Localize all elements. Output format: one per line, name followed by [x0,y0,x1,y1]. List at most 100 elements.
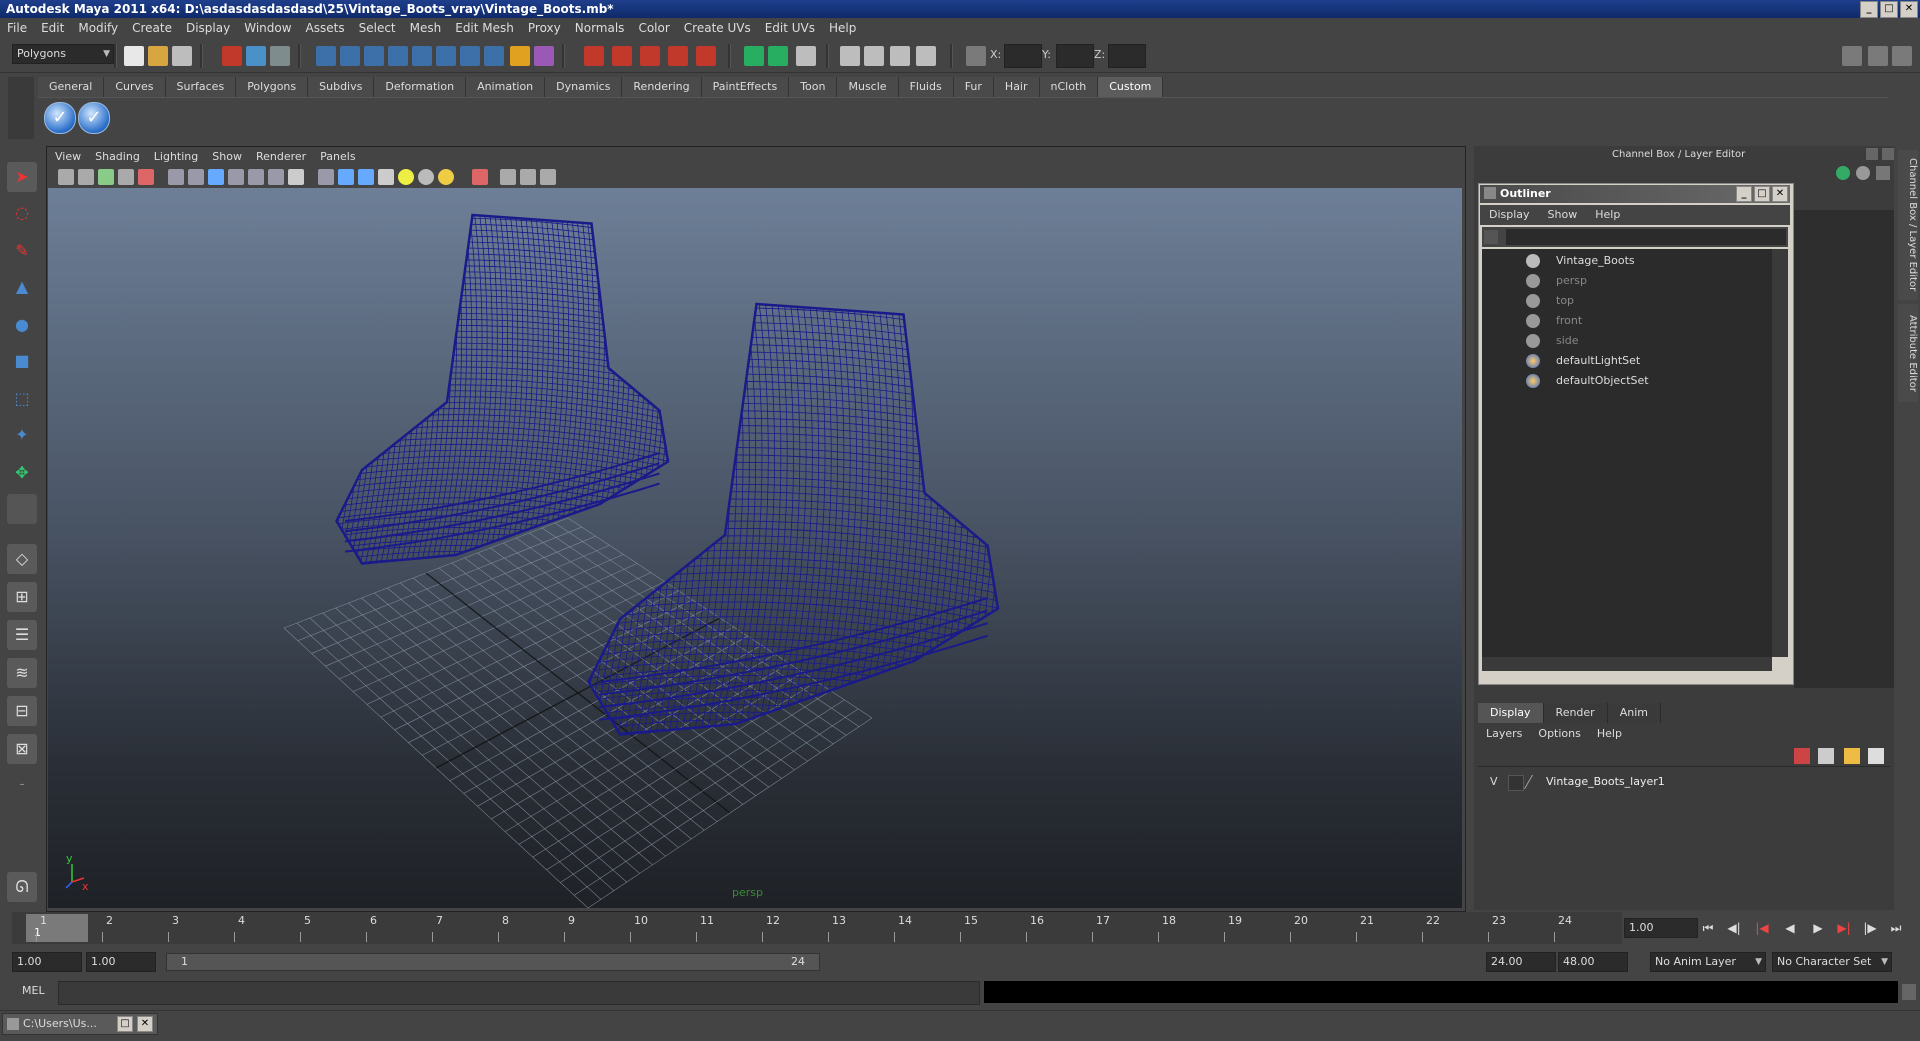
hypershade-icon[interactable] [696,46,716,66]
rel-mode-icon[interactable] [768,46,788,66]
viewport-menu-shading[interactable]: Shading [88,148,147,166]
3d-viewport[interactable]: y x [48,188,1462,908]
viewport-menu-renderer[interactable]: Renderer [249,148,313,166]
bookmark-icon[interactable] [98,169,114,185]
default-lights-icon[interactable] [398,169,414,185]
film-gate-icon[interactable] [168,169,184,185]
outliner-item-persp[interactable]: persp [1556,271,1587,291]
playback-start-field[interactable]: 1.00 [86,952,156,972]
layer-menu-layers[interactable]: Layers [1478,724,1530,744]
minimized-window[interactable]: C:\Users\Us... □ ✕ [2,1013,158,1035]
menu-display[interactable]: Display [179,21,237,35]
layer-visibility-toggle[interactable]: V [1490,772,1498,792]
open-scene-icon[interactable] [148,46,168,66]
menu-help[interactable]: Help [822,21,863,35]
all-lights-icon[interactable] [418,169,434,185]
layer-editor-icon[interactable] [890,46,910,66]
construction-icon[interactable] [460,46,480,66]
menu-create[interactable]: Create [125,21,179,35]
attribute-icon[interactable] [796,46,816,66]
isolate-select-icon[interactable] [472,169,488,185]
paint-select-tool-icon[interactable]: ✎ [7,236,37,266]
layer-color-swatch[interactable] [1523,775,1548,789]
select-tool-icon[interactable]: ➤ [7,162,37,192]
gate-mask-icon[interactable] [208,169,224,185]
shelf-tab-ncloth[interactable]: nCloth [1039,77,1099,97]
step-forward-key-icon[interactable]: ▶| [1834,918,1854,938]
layer-name[interactable]: Vintage_Boots_layer1 [1546,772,1665,792]
side-tab-channel-box[interactable]: Channel Box / Layer Editor [1898,150,1918,300]
new-layer-icon[interactable] [1794,748,1810,764]
grid-toggle-icon[interactable] [138,169,154,185]
menu-mesh[interactable]: Mesh [403,21,449,35]
x-field[interactable] [1004,44,1042,68]
outliner-minimize-button[interactable]: _ [1736,186,1752,202]
shelf-tab-painteffects[interactable]: PaintEffects [701,77,790,97]
shelf-tab-subdivs[interactable]: Subdivs [308,77,375,97]
menu-select[interactable]: Select [352,21,403,35]
shelf-tab-general[interactable]: General [38,77,105,97]
move-down-layer-icon[interactable] [1868,748,1884,764]
viewport-menu-lighting[interactable]: Lighting [147,148,205,166]
new-layer-selected-icon[interactable] [1818,748,1834,764]
new-scene-icon[interactable] [124,46,144,66]
hypershade-persp-icon[interactable]: ⊟ [7,696,37,726]
wireframe-icon[interactable] [318,169,334,185]
playback-end-field[interactable]: 24.00 [1486,952,1556,972]
menu-normals[interactable]: Normals [568,21,632,35]
select-hierarchy-icon[interactable] [222,46,242,66]
outliner-menu-help[interactable]: Help [1586,205,1629,225]
menu-proxy[interactable]: Proxy [521,21,568,35]
hud-icon[interactable] [288,169,304,185]
layer-menu-help[interactable]: Help [1589,724,1630,744]
shelf-tab-fur[interactable]: Fur [953,77,994,97]
menu-modify[interactable]: Modify [71,21,125,35]
outliner-menu-display[interactable]: Display [1480,205,1539,225]
lasso-tool-icon[interactable]: ◌ [7,198,37,228]
show-manip-icon[interactable]: ✥ [7,458,37,488]
universal-manip-icon[interactable]: ⬚ [7,384,37,414]
select-component-icon[interactable] [270,46,290,66]
smooth-shade-icon[interactable] [338,169,354,185]
close-icon[interactable] [1882,148,1894,160]
menu-set-dropdown[interactable]: Polygons ▼ [12,44,114,64]
select-object-icon[interactable] [246,46,266,66]
checkmark-icon[interactable]: ✓ [44,102,76,134]
layer-tab-render[interactable]: Render [1543,703,1608,723]
scale-tool-icon[interactable]: ■ [7,346,37,376]
play-forwards-icon[interactable]: ▶ [1808,918,1828,938]
layer-menu-options[interactable]: Options [1530,724,1588,744]
sel-mode-icon[interactable] [744,46,764,66]
render-frame-icon[interactable] [612,46,632,66]
save-scene-icon[interactable] [172,46,192,66]
menu-edit-mesh[interactable]: Edit Mesh [448,21,521,35]
outliner-search-input[interactable] [1506,229,1786,245]
shelf-menu-icon[interactable] [8,77,34,139]
step-back-icon[interactable]: ◀| [1724,918,1744,938]
menu-edit[interactable]: Edit [34,21,71,35]
last-tool-icon[interactable] [7,494,37,524]
menu-color[interactable]: Color [631,21,676,35]
persp-outliner-icon[interactable]: ⊠ [7,734,37,764]
shelf-tab-toon[interactable]: Toon [789,77,838,97]
channel-box-icon[interactable] [1836,166,1850,180]
snap-point-icon[interactable] [364,46,384,66]
snap-plane-icon[interactable] [388,46,408,66]
range-slider[interactable]: 1 24 [166,953,820,971]
restore-button[interactable]: □ [117,1016,133,1032]
persp-graph-icon[interactable]: ≋ [7,658,37,688]
resolution-gate-icon[interactable] [188,169,204,185]
shelf-tab-animation[interactable]: Animation [466,77,546,97]
menu-create-uvs[interactable]: Create UVs [677,21,758,35]
outliner-item-default-light-set[interactable]: defaultLightSet [1556,351,1640,371]
outliner-maximize-button[interactable]: □ [1754,186,1770,202]
outliner-persp-icon[interactable]: ☰ [7,620,37,650]
history-icon[interactable] [436,46,456,66]
outliner-item-default-object-set[interactable]: defaultObjectSet [1556,371,1649,391]
snap-grid-icon[interactable] [316,46,336,66]
camera-attributes-icon[interactable] [78,169,94,185]
more-layouts-icon[interactable]: – [7,770,37,800]
move-up-layer-icon[interactable] [1844,748,1860,764]
outliner-close-button[interactable]: ✕ [1772,186,1788,202]
tool-settings-icon[interactable] [840,46,860,66]
